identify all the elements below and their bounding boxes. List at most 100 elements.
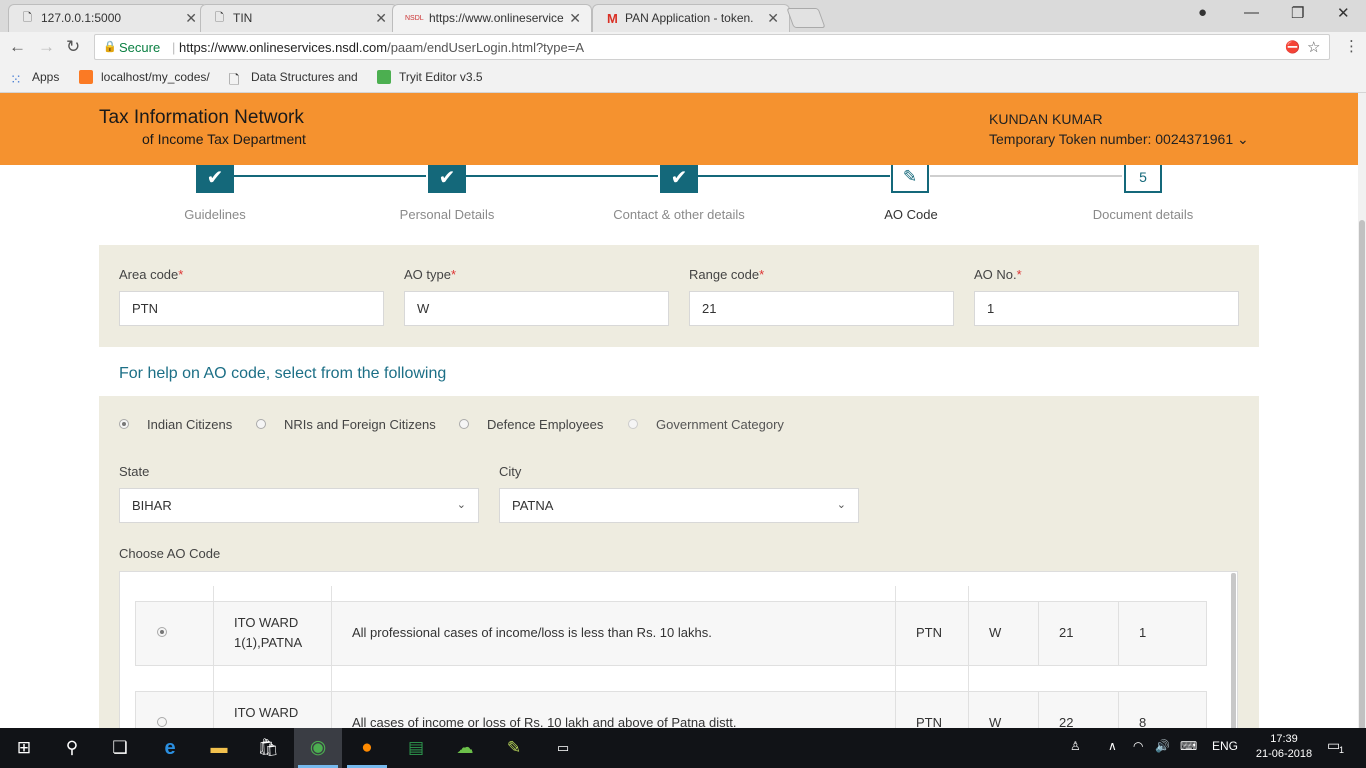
blocked-cookie-icon[interactable]: ⛔ (1285, 40, 1300, 54)
city-value: PATNA (512, 498, 554, 513)
page-scrollbar-thumb[interactable] (1359, 220, 1365, 730)
ward-cell: 1(1),PATNA (234, 635, 303, 650)
radio-label[interactable]: Government Category (656, 417, 784, 432)
radio-nri[interactable] (256, 419, 266, 429)
xampp-icon (79, 70, 93, 84)
editor-app-icon[interactable]: ✎ (502, 736, 526, 760)
radio-label[interactable]: NRIs and Foreign Citizens (284, 417, 436, 432)
brand-title: Tax Information Network (99, 107, 304, 128)
state-value: BIHAR (132, 498, 172, 513)
chevron-down-icon: ⌄ (456, 499, 466, 511)
notes-app-icon[interactable]: ▤ (404, 736, 428, 760)
windows-taskbar: ⊞ ⚲ ❏ e ▬ 🛍 ◉ ● ▤ ☁ ✎ ▭ ♙ ∧ ◠ 🔊 ⌨ ENG 17… (0, 728, 1366, 768)
area-code-input[interactable]: PTN (119, 291, 384, 326)
bookmark-localhost[interactable]: localhost/my_codes/ (79, 70, 210, 84)
close-tab-icon[interactable]: ✕ (569, 10, 581, 27)
column-divider (213, 601, 214, 666)
browser-tab[interactable]: 🗋 127.0.0.1:5000 ✕ (8, 4, 208, 32)
browser-tab[interactable]: M PAN Application - token. ✕ (592, 4, 790, 32)
menu-icon[interactable]: ⋮ (1344, 37, 1359, 55)
minimize-icon[interactable]: — (1244, 4, 1259, 21)
radio-government[interactable] (628, 419, 638, 429)
column-divider (1118, 601, 1119, 666)
bookmark-tryit[interactable]: Tryit Editor v3.5 (377, 70, 483, 84)
column-divider (331, 601, 332, 666)
range-code-label: Range code* (689, 267, 765, 282)
city-select[interactable]: PATNA ⌄ (499, 488, 859, 523)
step-personal-check-icon[interactable]: ✔ (428, 165, 466, 193)
ao-help-heading: For help on AO code, select from the fol… (119, 365, 447, 382)
back-icon[interactable]: ← (9, 37, 26, 57)
step-contact-check-icon[interactable]: ✔ (660, 165, 698, 193)
range-cell: 21 (1059, 625, 1074, 640)
stepper-connector (930, 175, 1122, 177)
step-document-number[interactable]: 5 (1124, 165, 1162, 193)
url-text[interactable]: https://www.onlineservices.nsdl.com/paam… (179, 40, 584, 55)
ao-type-label: AO type* (404, 267, 457, 282)
table-scrollbar[interactable] (1231, 573, 1236, 731)
bookmark-label: Data Structures and (251, 70, 358, 84)
reload-icon[interactable]: ↻ (66, 37, 80, 57)
radio-defence[interactable] (459, 419, 469, 429)
task-view-icon[interactable]: ❏ (108, 736, 132, 760)
state-label: State (119, 464, 150, 479)
keyboard-icon[interactable]: ⌨ (1180, 739, 1197, 753)
star-icon[interactable]: ☆ (1307, 38, 1320, 56)
windows-start-icon[interactable]: ⊞ (12, 736, 36, 760)
radio-label[interactable]: Indian Citizens (147, 417, 232, 432)
tray-chevron-icon[interactable]: ∧ (1108, 739, 1117, 753)
bookmark-data-structures[interactable]: 🗋 Data Structures and (229, 70, 358, 87)
close-tab-icon[interactable]: ✕ (767, 10, 779, 27)
clock-date: 21-06-2018 (1255, 748, 1313, 760)
chevron-down-icon: ⌄ (836, 499, 846, 511)
restore-icon[interactable]: ❐ (1291, 4, 1304, 22)
close-window-icon[interactable]: ✕ (1337, 4, 1350, 22)
cloud-app-icon[interactable]: ☁ (453, 736, 477, 760)
browser-tab[interactable]: 🗋 TIN ✕ (200, 4, 398, 32)
gmail-icon: M (607, 11, 618, 26)
language-indicator[interactable]: ENG (1212, 739, 1238, 753)
step-guidelines-check-icon[interactable]: ✔ (196, 165, 234, 193)
radio-indian-citizens[interactable] (119, 419, 129, 429)
range-code-input[interactable]: 21 (689, 291, 954, 326)
city-label: City (499, 464, 522, 479)
close-tab-icon[interactable]: ✕ (185, 10, 197, 27)
chrome-icon[interactable]: ◉ (306, 736, 330, 760)
wifi-icon[interactable]: ◠ (1133, 739, 1143, 753)
step-label-document: Document details (1092, 207, 1194, 222)
token-dropdown[interactable]: Temporary Token number: 0024371961 ⌄ (989, 131, 1249, 148)
state-select[interactable]: BIHAR ⌄ (119, 488, 479, 523)
forward-icon[interactable]: → (38, 37, 55, 57)
file-explorer-icon[interactable]: ▬ (207, 736, 231, 760)
step-label-contact: Contact & other details (613, 207, 745, 222)
step-ao-pencil-icon[interactable]: ✎ (891, 165, 929, 193)
step-label-ao-code: AO Code (884, 207, 938, 222)
step-label-personal: Personal Details (399, 207, 495, 222)
firefox-icon[interactable]: ● (355, 736, 379, 760)
row-radio[interactable] (157, 717, 167, 727)
notification-count: 1 (1339, 745, 1345, 755)
row-radio[interactable] (157, 627, 167, 637)
store-icon[interactable]: 🛍 (256, 736, 280, 760)
browser-tab-active[interactable]: NSDL https://www.onlineservice ✕ (392, 4, 592, 32)
profile-icon[interactable]: ● (1198, 4, 1207, 21)
volume-icon[interactable]: 🔊 (1155, 739, 1170, 753)
edge-icon[interactable]: e (158, 736, 182, 760)
bookmark-apps[interactable]: ⁙ Apps (10, 70, 59, 87)
ao-type-input[interactable]: W (404, 291, 669, 326)
ao-no-input[interactable]: 1 (974, 291, 1239, 326)
search-icon[interactable]: ⚲ (60, 736, 84, 760)
new-tab-button[interactable] (786, 8, 826, 28)
lock-icon: 🔒 (103, 41, 117, 53)
address-bar[interactable]: 🔒 Secure | https://www.onlineservices.ns… (94, 34, 1330, 60)
people-icon[interactable]: ♙ (1070, 739, 1081, 753)
clock[interactable]: 17:39 21-06-2018 (1246, 733, 1322, 760)
secure-label: Secure (119, 40, 161, 55)
site-header: Tax Information Network of Income Tax De… (0, 93, 1358, 165)
radio-label[interactable]: Defence Employees (487, 417, 603, 432)
apps-grid-icon: ⁙ (10, 71, 22, 87)
close-tab-icon[interactable]: ✕ (375, 10, 387, 27)
tab-title: TIN (233, 11, 253, 25)
bookmarks-bar: ⁙ Apps localhost/my_codes/ 🗋 Data Structur… (0, 62, 1366, 93)
terminal-icon[interactable]: ▭ (551, 736, 575, 760)
